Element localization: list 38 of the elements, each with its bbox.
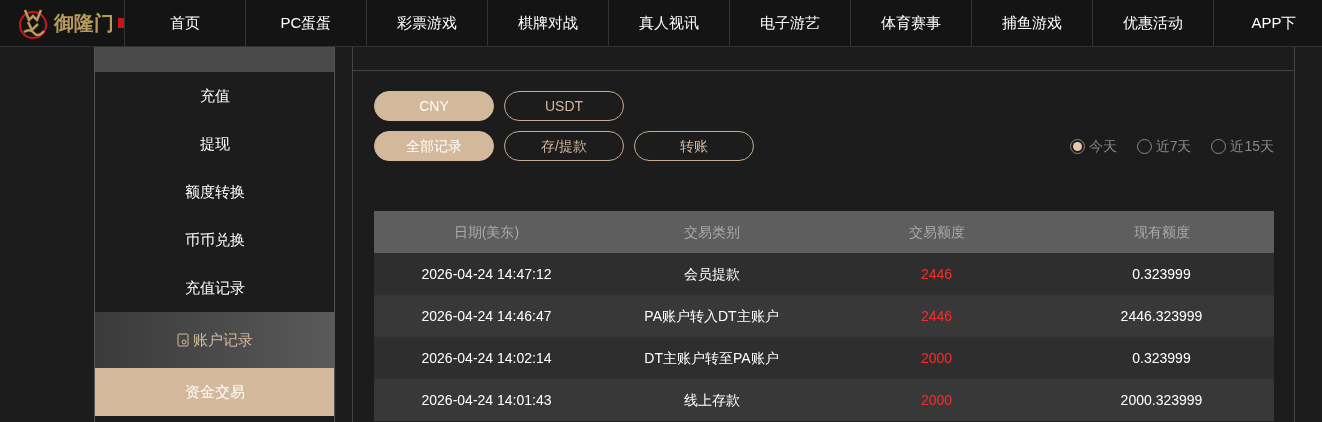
table-cell: 2000.323999 bbox=[1049, 379, 1274, 421]
nav-link[interactable]: PC蛋蛋 bbox=[245, 0, 366, 46]
table-cell: 线上存款 bbox=[599, 379, 824, 421]
table-cell: PA账户转入DT主账户 bbox=[599, 295, 824, 337]
table-cell: 0.323999 bbox=[1049, 337, 1274, 379]
table-cell: 2026-04-24 14:46:47 bbox=[374, 295, 599, 337]
section-label: 账户记录 bbox=[192, 329, 253, 350]
nav-link[interactable]: APP下 bbox=[1213, 0, 1322, 46]
nav-link[interactable]: 首页 bbox=[124, 0, 245, 46]
table-cell: 0.323999 bbox=[1049, 253, 1274, 295]
column-header: 交易类别 bbox=[599, 211, 824, 253]
range-radio[interactable]: 今天 bbox=[1069, 136, 1117, 156]
table-cell: 2446 bbox=[824, 295, 1049, 337]
table-cell: 2446 bbox=[824, 253, 1049, 295]
table-cell: 2026-04-24 14:02:14 bbox=[374, 337, 599, 379]
sidebar-section[interactable]: 账户记录 bbox=[95, 312, 334, 368]
nav-link[interactable]: 彩票游戏 bbox=[366, 0, 487, 46]
seal-icon bbox=[118, 18, 124, 28]
range-radio[interactable]: 近15天 bbox=[1211, 136, 1274, 156]
table-cell: 会员提款 bbox=[599, 253, 824, 295]
nav-link[interactable]: 优惠活动 bbox=[1092, 0, 1213, 46]
nav-link[interactable]: 体育赛事 bbox=[850, 0, 971, 46]
column-header: 交易额度 bbox=[824, 211, 1049, 253]
table-cell: 2026-04-24 14:47:12 bbox=[374, 253, 599, 295]
table-cell: 2446.323999 bbox=[1049, 295, 1274, 337]
nav-link[interactable]: 棋牌对战 bbox=[487, 0, 608, 46]
nav-link[interactable]: 捕鱼游戏 bbox=[971, 0, 1092, 46]
table-cell: DT主账户转至PA账户 bbox=[599, 337, 824, 379]
nav-link[interactable]: 电子游艺 bbox=[729, 0, 850, 46]
table-cell: 2000 bbox=[824, 337, 1049, 379]
table-cell: 2000 bbox=[824, 379, 1049, 421]
nav-link[interactable]: 真人视讯 bbox=[608, 0, 729, 46]
table-cell: 2026-04-24 14:01:43 bbox=[374, 379, 599, 421]
column-header: 日期(美东) bbox=[374, 211, 599, 253]
ledger-icon bbox=[176, 333, 189, 347]
logo-text: 御隆门 bbox=[54, 11, 114, 36]
column-header: 现有额度 bbox=[1049, 211, 1274, 253]
range-radio[interactable]: 近7天 bbox=[1136, 136, 1192, 156]
